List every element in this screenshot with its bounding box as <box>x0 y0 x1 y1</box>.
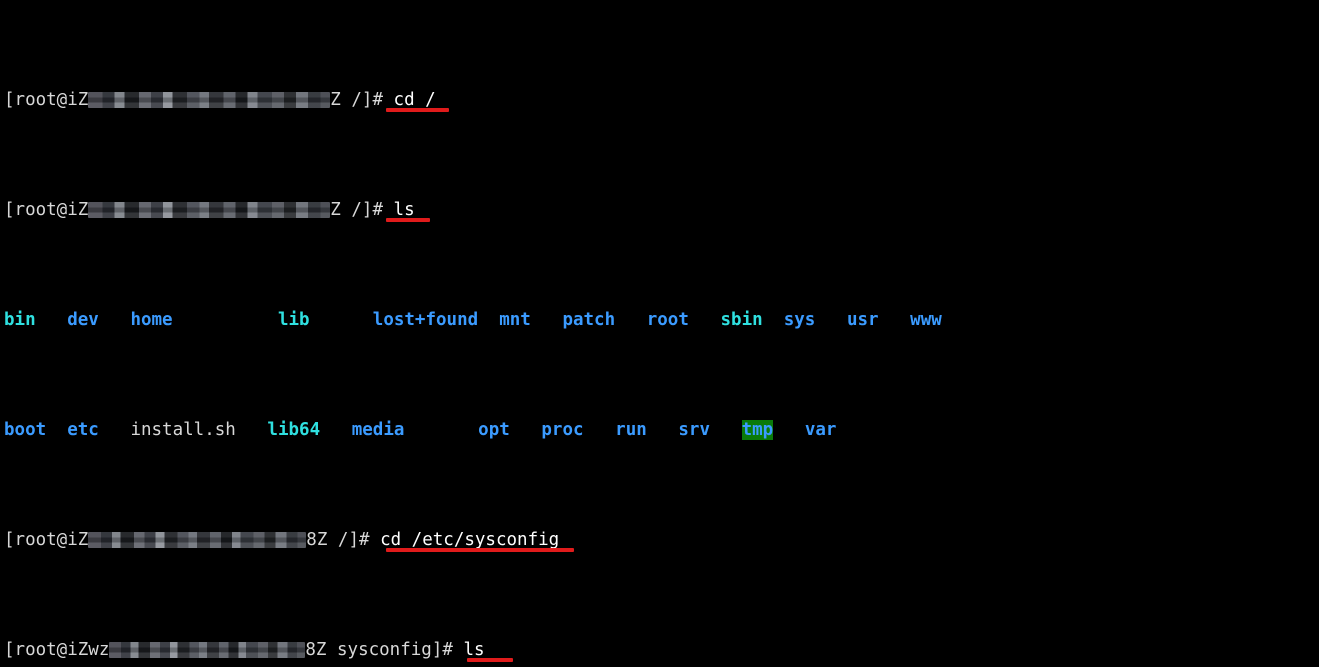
entry-var[interactable]: var <box>805 420 837 440</box>
entry-lost-found[interactable]: lost+found <box>373 310 478 330</box>
prompt-path-root: / <box>327 530 349 550</box>
annotation-underline-ls-2 <box>467 658 513 662</box>
prompt-host-suffix: Z <box>330 90 341 110</box>
annotation-underline-cd-sysconfig <box>386 548 574 552</box>
entry-proc[interactable]: proc <box>541 420 583 440</box>
command-cd-sysconfig: cd /etc/sysconfig <box>380 530 560 550</box>
terminal-window[interactable]: [root@iZ Z /]# cd / [root@iZ Z /]# ls bin … <box>0 0 1319 667</box>
hostname-redacted <box>109 642 306 658</box>
prompt-prefix: [root@iZ <box>4 90 89 110</box>
entry-sbin[interactable]: sbin <box>721 310 763 330</box>
terminal-screen: [root@iZ Z /]# cd / [root@iZ Z /]# ls bin … <box>4 1 1319 667</box>
entry-dev[interactable]: dev <box>67 310 99 330</box>
ls-output-root-row2: boot etc install.sh lib64 media opt proc… <box>4 419 1319 441</box>
entry-lib[interactable]: lib <box>278 310 310 330</box>
entry-etc[interactable]: etc <box>67 420 99 440</box>
prompt-path-root: / <box>340 200 362 220</box>
entry-sys[interactable]: sys <box>784 310 816 330</box>
entry-patch[interactable]: patch <box>562 310 615 330</box>
hostname-redacted <box>88 202 331 218</box>
prompt-line-ls-root: [root@iZ Z /]# ls <box>4 199 1319 222</box>
entry-home[interactable]: home <box>130 310 172 330</box>
ls-output-root-row1: bin dev home lib lost+found mnt patch ro… <box>4 309 1319 331</box>
prompt-line-ls-sysconfig: [root@iZwz 8Z sysconfig]# ls <box>4 639 1319 662</box>
entry-boot[interactable]: boot <box>4 420 46 440</box>
prompt-host-suffix: Z <box>330 200 341 220</box>
entry-usr[interactable]: usr <box>847 310 879 330</box>
entry-opt[interactable]: opt <box>478 420 510 440</box>
entry-install-sh[interactable]: install.sh <box>130 420 235 440</box>
prompt-prefix: [root@iZ <box>4 200 89 220</box>
entry-media[interactable]: media <box>352 420 405 440</box>
entry-srv[interactable]: srv <box>678 420 710 440</box>
entry-lib64[interactable]: lib64 <box>267 420 320 440</box>
command-ls-2: ls <box>463 640 485 660</box>
prompt-path-sysconfig: sysconfig <box>337 640 432 660</box>
entry-mnt[interactable]: mnt <box>499 310 531 330</box>
command-cd-root: cd / <box>393 90 436 110</box>
hostname-redacted <box>88 532 307 548</box>
prompt-host-visible: wz <box>88 640 110 660</box>
prompt-path-root: / <box>340 90 362 110</box>
prompt-symbol: ]# <box>361 200 383 220</box>
prompt-host-suffix: 8Z <box>306 530 328 550</box>
prompt-host-suffix: 8Z <box>305 640 327 660</box>
entry-run[interactable]: run <box>615 420 647 440</box>
entry-www[interactable]: www <box>910 310 942 330</box>
entry-bin[interactable]: bin <box>4 310 36 330</box>
entry-root[interactable]: root <box>647 310 689 330</box>
entry-tmp[interactable]: tmp <box>741 420 774 440</box>
annotation-underline-cd-root <box>386 108 449 112</box>
command-ls-1: ls <box>393 200 415 220</box>
prompt-symbol: ]# <box>361 90 383 110</box>
hostname-redacted <box>88 92 331 108</box>
prompt-prefix: [root@iZ <box>4 530 89 550</box>
prompt-symbol: ]# <box>348 530 370 550</box>
prompt-line-cd-root: [root@iZ Z /]# cd / <box>4 89 1319 112</box>
prompt-prefix: [root@iZ <box>4 640 89 660</box>
annotation-underline-ls-1 <box>386 218 430 222</box>
prompt-line-cd-sysconfig: [root@iZ 8Z /]# cd /etc/sysconfig <box>4 529 1319 552</box>
prompt-symbol: ]# <box>431 640 453 660</box>
